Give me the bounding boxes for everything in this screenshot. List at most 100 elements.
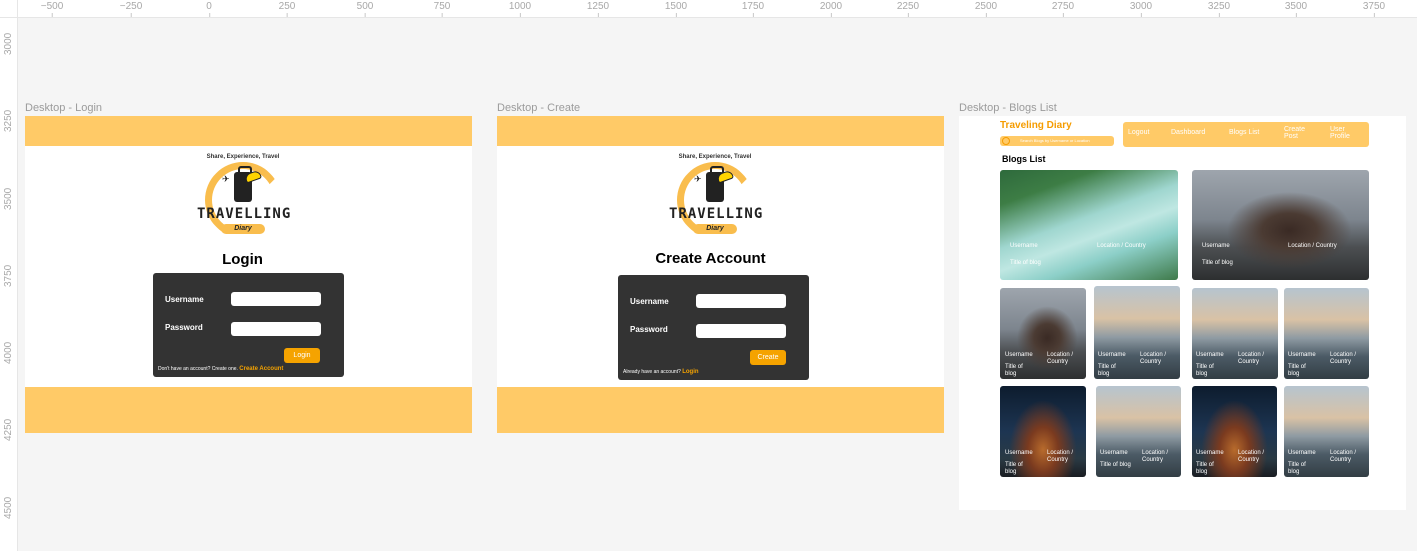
travelling-diary-logo: Share, Experience, Travel ✈ TRAVELLING D… — [673, 154, 757, 242]
login-link[interactable]: Login — [682, 369, 698, 375]
ruler-tick: 1000 — [508, 1, 532, 17]
frame-login[interactable]: Share, Experience, Travel ✈ TRAVELLING D… — [25, 116, 472, 433]
airplane-icon: ✈ — [694, 174, 702, 184]
page-title: Blogs List — [1002, 154, 1046, 164]
blog-username: Username — [1100, 450, 1128, 456]
password-input[interactable] — [696, 324, 786, 338]
logo-ribbon: Diary — [693, 224, 737, 234]
ruler-tick: 4500 — [3, 496, 14, 519]
ruler-tick: 4250 — [3, 418, 14, 441]
password-input[interactable] — [231, 322, 321, 336]
blog-username: Username — [1010, 243, 1038, 249]
ruler-tick: 4000 — [3, 341, 14, 364]
travelling-diary-logo: Share, Experience, Travel ✈ TRAVELLING D… — [201, 154, 285, 242]
blog-location: Location / Country — [1238, 352, 1265, 365]
username-label: Username — [630, 297, 669, 306]
logo-word: TRAVELLING — [197, 206, 292, 222]
ruler-tick: 3750 — [3, 264, 14, 287]
password-label: Password — [165, 323, 203, 332]
ruler-tick: 3250 — [3, 109, 14, 132]
ruler-tick: 2750 — [1051, 1, 1075, 17]
blog-location: Location / Country — [1047, 352, 1074, 365]
blog-card[interactable]: Username Location / Country Title of blo… — [1284, 386, 1369, 477]
nav-dashboard[interactable]: Dashboard — [1171, 129, 1205, 136]
username-input[interactable] — [231, 292, 321, 306]
blog-location: Location / Country — [1140, 352, 1167, 365]
ruler-tick: 3000 — [3, 32, 14, 55]
frame-label-blogs-list[interactable]: Desktop - Blogs List — [959, 102, 1057, 114]
ruler-tick: −500 — [40, 1, 64, 17]
ruler-tick: 0 — [206, 1, 212, 17]
search-icon — [1002, 137, 1010, 145]
blog-location: Location / Country — [1238, 450, 1265, 463]
blog-title: Title of blog — [1010, 260, 1041, 266]
nav-logout[interactable]: Logout — [1128, 129, 1149, 136]
blog-username: Username — [1098, 352, 1126, 358]
footer-band — [25, 387, 472, 433]
blog-card[interactable]: Username Location / Country Title of blo… — [1192, 386, 1277, 477]
logo-ribbon: Diary — [221, 224, 265, 234]
horizontal-ruler: −500 −250 0 250 500 750 1000 1250 1500 1… — [0, 0, 1417, 18]
frame-create[interactable]: Share, Experience, Travel ✈ TRAVELLING D… — [497, 116, 944, 433]
brand-title[interactable]: Traveling Diary — [1000, 120, 1072, 131]
logo-tagline: Share, Experience, Travel — [206, 154, 280, 160]
ruler-tick: 250 — [278, 1, 296, 17]
frame-label-login[interactable]: Desktop - Login — [25, 102, 102, 114]
frame-blogs-list[interactable]: Traveling Diary Search Blogs by Username… — [959, 116, 1406, 510]
footer-band — [497, 387, 944, 433]
search-bar[interactable]: Search Blogs by Username or Location — [1000, 136, 1114, 146]
signup-prompt-text: Don't have an account? Create one. — [158, 366, 238, 372]
blog-title: Title of blog — [1288, 364, 1306, 377]
username-label: Username — [165, 295, 204, 304]
login-prompt: Already have an account? Login — [623, 369, 699, 375]
blog-username: Username — [1196, 450, 1224, 456]
blog-card[interactable]: Username Location / Country Title of blo… — [1094, 286, 1180, 379]
blog-card[interactable]: Username Location / Country Title of blo… — [1192, 288, 1278, 379]
blog-location: Location / Country — [1047, 450, 1074, 463]
blog-username: Username — [1005, 450, 1033, 456]
blog-title: Title of blog — [1100, 462, 1131, 468]
page-title: Create Account — [655, 250, 766, 267]
blog-card[interactable]: Username Location / Country Title of blo… — [1096, 386, 1181, 477]
ruler-tick: 750 — [433, 1, 451, 17]
ruler-tick: 2000 — [819, 1, 843, 17]
ruler-tick: 2250 — [896, 1, 920, 17]
login-button[interactable]: Login — [284, 348, 320, 363]
blog-card[interactable]: Username Location / Country Title of blo… — [1284, 288, 1369, 379]
blog-title: Title of blog — [1005, 462, 1023, 475]
signup-prompt: Don't have an account? Create one. Creat… — [158, 366, 283, 372]
blog-card[interactable]: Username Location / Country Title of blo… — [1000, 288, 1086, 379]
blog-card[interactable]: Username Location / Country Title of blo… — [1000, 386, 1086, 477]
ruler-tick: 3750 — [1362, 1, 1386, 17]
nav-user-profile[interactable]: User Profile — [1330, 126, 1360, 140]
create-account-form-card: Username Password Create Already have an… — [618, 275, 809, 380]
ruler-tick: 3500 — [3, 187, 14, 210]
blog-location: Location / Country — [1288, 243, 1337, 249]
ruler-tick: 3000 — [1129, 1, 1153, 17]
blog-location: Location / Country — [1142, 450, 1169, 463]
blog-username: Username — [1288, 450, 1316, 456]
top-nav: Logout Dashboard Blogs List Create Post … — [1123, 122, 1369, 147]
ruler-tick: 3250 — [1207, 1, 1231, 17]
nav-create-post[interactable]: Create Post — [1284, 126, 1314, 140]
blog-title: Title of blog — [1196, 462, 1214, 475]
ruler-tick: 1250 — [586, 1, 610, 17]
login-prompt-text: Already have an account? — [623, 369, 681, 375]
blog-title: Title of blog — [1202, 260, 1233, 266]
ruler-tick: −250 — [119, 1, 143, 17]
ruler-corner — [0, 0, 18, 18]
blog-card[interactable]: Username Location / Country Title of blo… — [1000, 170, 1178, 280]
nav-blogs-list[interactable]: Blogs List — [1229, 129, 1259, 136]
blog-username: Username — [1202, 243, 1230, 249]
ruler-tick: 3500 — [1284, 1, 1308, 17]
blog-card[interactable]: Username Location / Country Title of blo… — [1192, 170, 1369, 280]
create-account-link[interactable]: Create Account — [239, 366, 283, 372]
blog-location: Location / Country — [1330, 352, 1357, 365]
username-input[interactable] — [696, 294, 786, 308]
ruler-tick: 1750 — [741, 1, 765, 17]
create-button[interactable]: Create — [750, 350, 786, 365]
frame-label-create[interactable]: Desktop - Create — [497, 102, 580, 114]
blog-location: Location / Country — [1330, 450, 1357, 463]
logo-tagline: Share, Experience, Travel — [678, 154, 752, 160]
header-band — [25, 116, 472, 146]
